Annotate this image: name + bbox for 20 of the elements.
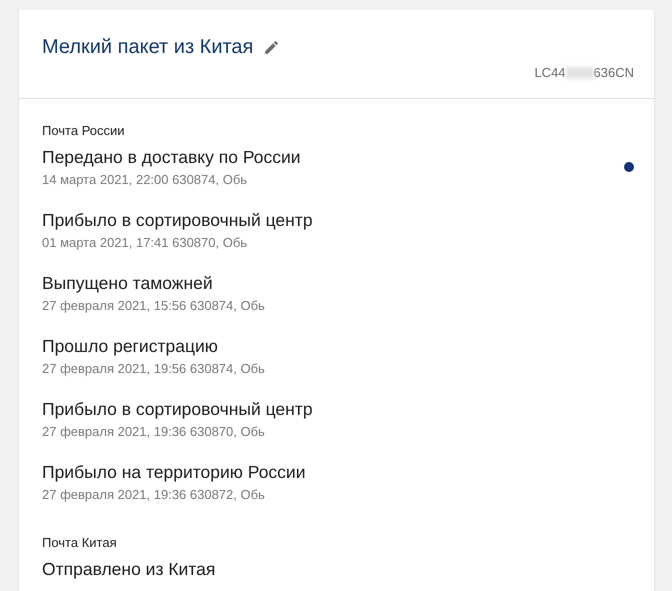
redaction-blur xyxy=(566,66,594,78)
event-status: Отправлено из Китая xyxy=(42,558,216,581)
event-details: 01 марта 2021, 17:41 630870, Обь xyxy=(42,234,248,252)
tracking-number: 636CN xyxy=(594,65,634,80)
event-status: Передано в доставку по России xyxy=(42,146,301,169)
event-details: 14 марта 2021, 22:00 630874, Обь xyxy=(42,171,248,189)
event-status: Прошло регистрацию xyxy=(42,335,219,358)
event-status: Выпущено таможней xyxy=(42,272,214,295)
edit-icon[interactable] xyxy=(263,39,280,56)
event-status: Прибыло в сортировочный центр xyxy=(42,398,313,421)
event-status: Прибыло на территорию России xyxy=(42,461,306,484)
event-details: 27 февраля 2021, 15:56 630874, Обь xyxy=(42,297,265,315)
carrier-label: Почта России xyxy=(42,123,126,138)
tracking-number: LC44 xyxy=(534,65,566,80)
carrier-label: Почта Китая xyxy=(42,535,118,550)
event-status: Прибыло в сортировочный центр xyxy=(42,209,313,232)
event-details: 27 февраля 2021, 19:56 630874, Обь xyxy=(42,360,265,378)
event-details: 27 февраля 2021, 19:36 630872, Обь xyxy=(42,486,266,504)
parcel-title: Мелкий пакет из Китая xyxy=(42,36,254,59)
event-details: 27 февраля 2021, 19:36 630870, Обь xyxy=(42,423,266,441)
